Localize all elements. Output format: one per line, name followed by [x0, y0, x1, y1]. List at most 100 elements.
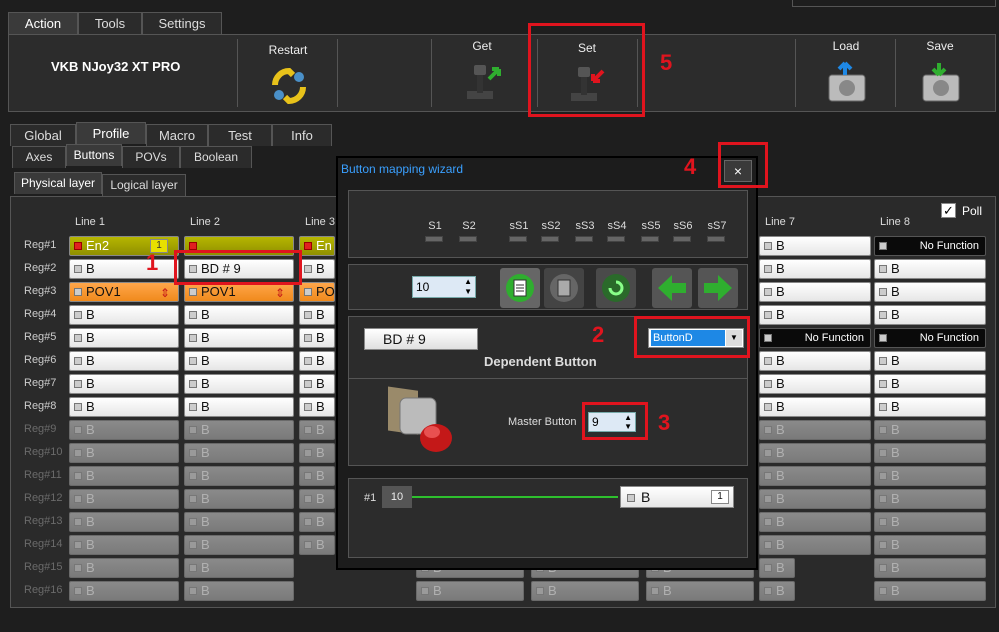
grid-cell[interactable]: B [69, 581, 179, 601]
grid-cell[interactable]: B [184, 489, 294, 509]
grid-cell[interactable]: B [299, 535, 335, 555]
grid-cell[interactable]: B [759, 489, 871, 509]
tab-settings[interactable]: Settings [142, 12, 222, 34]
grid-cell[interactable]: PO [299, 282, 335, 302]
tab-action[interactable]: Action [8, 12, 78, 34]
grid-cell[interactable]: B [759, 420, 871, 440]
grid-cell[interactable]: BD # 9 [184, 259, 294, 279]
paste-icon[interactable] [500, 268, 540, 308]
grid-cell[interactable]: B [759, 259, 871, 279]
line-number-spinner[interactable]: 10 ▲ ▼ [412, 276, 476, 298]
grid-cell[interactable]: B [69, 328, 179, 348]
grid-cell[interactable]: B [184, 535, 294, 555]
grid-cell[interactable]: B [759, 443, 871, 463]
grid-cell[interactable]: B [759, 305, 871, 325]
grid-cell[interactable]: B [874, 259, 986, 279]
restart-icon[interactable] [267, 65, 311, 107]
grid-cell[interactable]: B [184, 328, 294, 348]
grid-cell[interactable]: B [299, 374, 335, 394]
arrow-left-icon[interactable] [652, 268, 692, 308]
wizard-close-button[interactable]: × [724, 160, 752, 182]
get-icon[interactable] [461, 61, 505, 103]
copy-icon[interactable] [544, 268, 584, 308]
grid-cell[interactable]: B [759, 236, 871, 256]
grid-cell[interactable]: B [299, 420, 335, 440]
chain-target-cell[interactable]: B 1 [620, 486, 734, 508]
bd-button[interactable]: BD # 9 [364, 328, 478, 350]
grid-cell[interactable]: B [299, 489, 335, 509]
grid-cell[interactable]: B [299, 512, 335, 532]
grid-cell[interactable]: POV1 ⇕ [184, 282, 294, 302]
grid-cell[interactable]: B [184, 305, 294, 325]
grid-cell[interactable]: B [184, 443, 294, 463]
tab-axes[interactable]: Axes [12, 146, 66, 168]
grid-cell[interactable]: B [69, 420, 179, 440]
grid-cell[interactable]: B [69, 466, 179, 486]
grid-cell[interactable]: B [874, 397, 986, 417]
grid-cell[interactable]: B [299, 351, 335, 371]
button-type-select[interactable]: ButtonD ▼ [648, 328, 744, 348]
grid-cell[interactable]: B [874, 374, 986, 394]
grid-cell[interactable]: B [874, 305, 986, 325]
grid-cell[interactable]: B [299, 466, 335, 486]
grid-cell[interactable]: No Function [874, 328, 986, 348]
grid-cell[interactable]: B [184, 581, 294, 601]
grid-cell[interactable]: B [299, 259, 335, 279]
tab-profile[interactable]: Profile [76, 122, 146, 144]
grid-cell[interactable]: B [69, 489, 179, 509]
grid-cell[interactable]: No Function [874, 236, 986, 256]
grid-cell[interactable] [184, 236, 294, 256]
grid-cell[interactable]: B [69, 397, 179, 417]
grid-cell[interactable]: B [874, 489, 986, 509]
grid-cell[interactable]: B [759, 581, 795, 601]
grid-cell[interactable]: B [69, 535, 179, 555]
grid-cell[interactable]: En [299, 236, 335, 256]
tab-global[interactable]: Global [10, 124, 76, 146]
tab-povs[interactable]: POVs [122, 146, 180, 168]
grid-cell[interactable]: B [69, 443, 179, 463]
grid-cell[interactable]: B [69, 558, 179, 578]
grid-cell[interactable]: B [759, 374, 871, 394]
grid-cell[interactable]: B [874, 581, 986, 601]
grid-cell[interactable]: B [184, 558, 294, 578]
arrow-right-icon[interactable] [698, 268, 738, 308]
set-icon[interactable] [565, 63, 609, 105]
grid-cell[interactable]: B [184, 466, 294, 486]
tab-tools[interactable]: Tools [78, 12, 142, 34]
grid-cell[interactable]: B [874, 558, 986, 578]
tab-macro[interactable]: Macro [146, 124, 208, 146]
grid-cell[interactable]: B [759, 512, 871, 532]
grid-cell[interactable]: POV1 ⇕ [69, 282, 179, 302]
grid-cell[interactable]: B [184, 374, 294, 394]
grid-cell[interactable]: B [299, 397, 335, 417]
grid-cell[interactable]: B [759, 466, 871, 486]
grid-cell[interactable]: B [759, 282, 871, 302]
tab-boolean[interactable]: Boolean [180, 146, 252, 168]
grid-cell[interactable]: En2 1 [69, 236, 179, 256]
tab-test[interactable]: Test [208, 124, 272, 146]
master-button-spinner[interactable]: 9 ▲ ▼ [588, 412, 636, 432]
grid-cell[interactable]: B [874, 443, 986, 463]
grid-cell[interactable]: B [759, 351, 871, 371]
grid-cell[interactable]: B [184, 512, 294, 532]
tab-buttons[interactable]: Buttons [66, 144, 122, 166]
grid-cell[interactable]: B [646, 581, 754, 601]
grid-cell[interactable]: B [184, 420, 294, 440]
grid-cell[interactable]: B [874, 420, 986, 440]
poll-checkbox[interactable]: ✓ [941, 203, 956, 218]
grid-cell[interactable]: B [759, 397, 871, 417]
tab-logical-layer[interactable]: Logical layer [102, 174, 186, 196]
load-icon[interactable] [825, 61, 869, 103]
grid-cell[interactable]: B [531, 581, 639, 601]
grid-cell[interactable]: B [299, 443, 335, 463]
grid-cell[interactable]: B [184, 397, 294, 417]
grid-cell[interactable]: B [69, 305, 179, 325]
grid-cell[interactable]: B [69, 374, 179, 394]
grid-cell[interactable]: B [69, 512, 179, 532]
grid-cell[interactable]: B [874, 512, 986, 532]
tab-info[interactable]: Info [272, 124, 332, 146]
grid-cell[interactable]: B [299, 305, 335, 325]
tab-physical-layer[interactable]: Physical layer [14, 172, 102, 194]
grid-cell[interactable]: B [69, 351, 179, 371]
grid-cell[interactable]: No Function [759, 328, 871, 348]
